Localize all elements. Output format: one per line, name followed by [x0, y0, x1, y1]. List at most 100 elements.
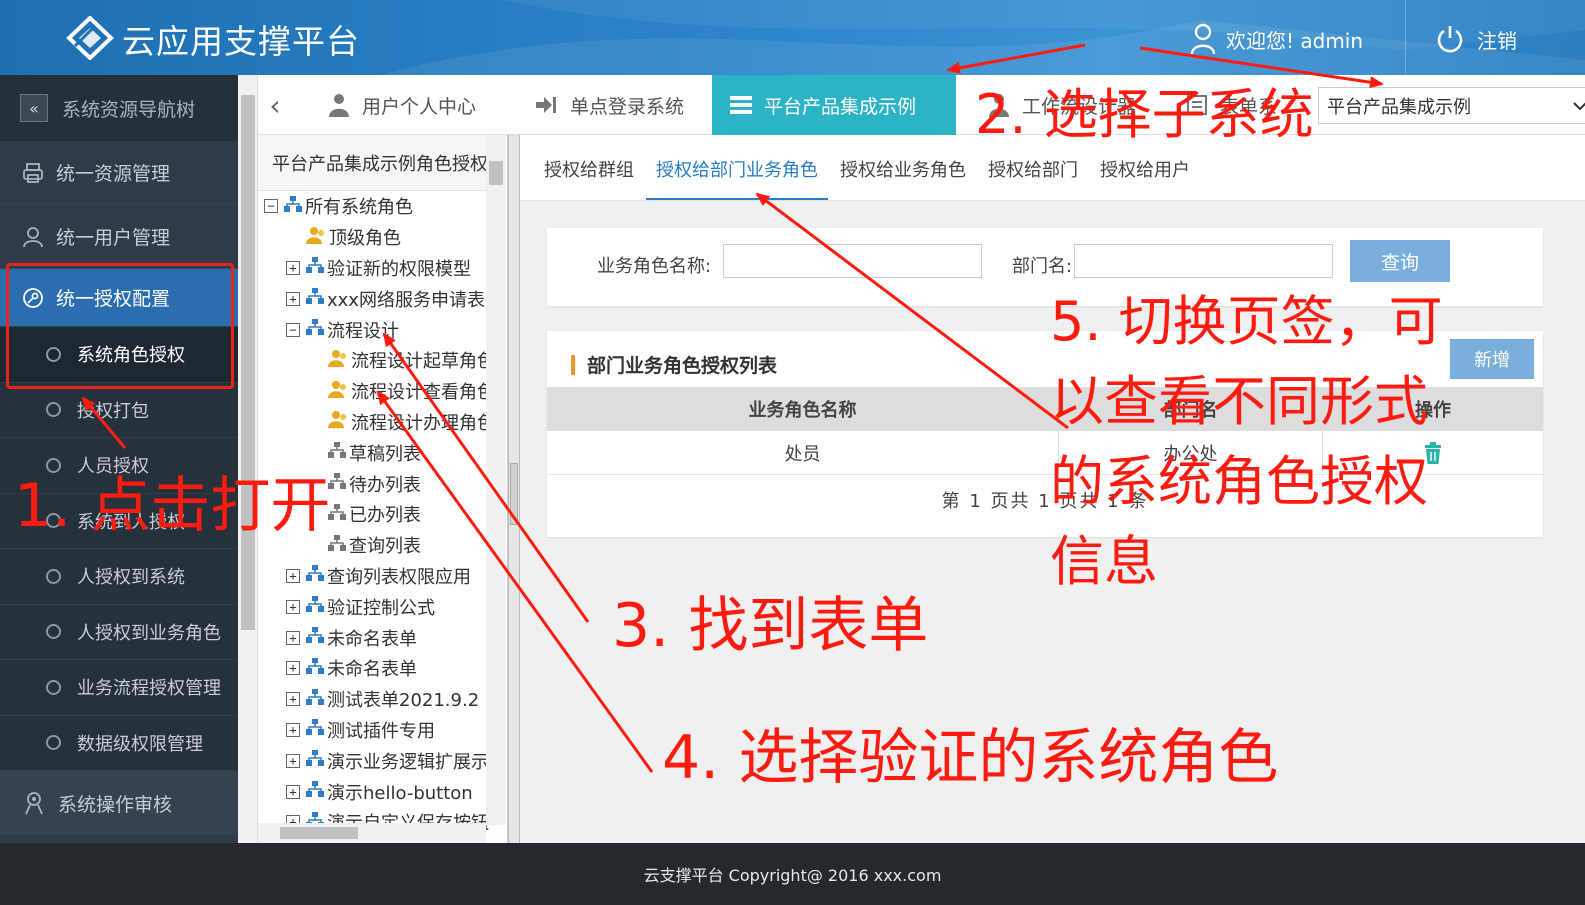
org-gray-icon	[328, 442, 346, 463]
subtab-user[interactable]: 授权给用户	[1090, 156, 1200, 200]
role-icon	[328, 349, 348, 372]
sidebar-subitem-person-to-system[interactable]: 人授权到系统	[0, 549, 238, 605]
tab-platform-demo[interactable]: 平台产品集成示例	[712, 75, 956, 135]
add-button[interactable]: 新增	[1450, 339, 1534, 379]
role-icon	[328, 410, 348, 433]
tab-workflow-designer[interactable]: 工作流设计器	[970, 75, 1154, 135]
user-welcome[interactable]: 欢迎您! admin	[1190, 20, 1363, 58]
sidebar-subitem-data-permission[interactable]: 数据级权限管理	[0, 715, 238, 771]
subtab-dept[interactable]: 授权给部门	[978, 156, 1088, 200]
expand-icon[interactable]: +	[286, 599, 300, 614]
subitem-label: 授权打包	[77, 400, 149, 422]
audit-icon	[25, 792, 43, 815]
tab-scroll-left-button[interactable]: ‹	[258, 75, 292, 135]
collapse-icon[interactable]: −	[264, 199, 278, 214]
tab-sso[interactable]: 单点登录系统	[516, 75, 702, 135]
expand-icon[interactable]: +	[286, 260, 300, 275]
collapse-icon[interactable]: −	[286, 322, 300, 337]
expand-icon[interactable]: +	[286, 291, 300, 306]
sidebar-item-resources[interactable]: 统一资源管理	[0, 141, 238, 205]
role-name-input[interactable]	[723, 244, 982, 278]
header-divider	[1405, 0, 1406, 75]
system-select[interactable]: 平台产品集成示例	[1318, 87, 1585, 124]
org-icon	[284, 195, 302, 217]
expand-icon[interactable]: +	[286, 661, 300, 676]
expand-icon[interactable]: +	[286, 692, 300, 707]
expand-icon[interactable]: +	[286, 784, 300, 799]
sidebar-scrollbar[interactable]	[238, 75, 258, 843]
tree-node[interactable]: 流程设计起草角色	[258, 345, 495, 376]
sidebar-subitem-person-to-business-role[interactable]: 人授权到业务角色	[0, 604, 238, 660]
column-header-role[interactable]: 业务角色名称	[547, 387, 1059, 431]
expand-icon[interactable]: +	[286, 722, 300, 737]
person-icon	[329, 94, 349, 117]
sidebar-item-authorization[interactable]: 统一授权配置	[0, 269, 238, 327]
tree-node[interactable]: + 验证新的权限模型	[258, 253, 486, 284]
tree-node[interactable]: 草稿列表	[258, 437, 486, 468]
org-icon	[306, 288, 324, 309]
tree-node[interactable]: + 测试插件专用	[258, 715, 486, 746]
tree-node[interactable]: − 流程设计	[258, 314, 486, 345]
double-chevron-left-icon: «	[29, 98, 39, 118]
org-icon	[306, 719, 324, 740]
sidebar-subitem-system-role-auth[interactable]: 系统角色授权	[0, 327, 238, 383]
tree-node-label: 查询列表权限应用	[327, 566, 471, 588]
expand-icon[interactable]: +	[286, 568, 300, 583]
scrollbar-thumb[interactable]	[241, 95, 255, 630]
org-icon	[306, 319, 324, 340]
tree-node[interactable]: + 演示业务逻辑扩展示例	[258, 745, 507, 776]
tree-node[interactable]: + 未命名表单	[258, 653, 486, 684]
tree-node[interactable]: 顶级角色	[258, 222, 486, 253]
expand-icon[interactable]: +	[286, 753, 300, 768]
org-icon	[306, 565, 324, 586]
search-button[interactable]: 查询	[1350, 240, 1450, 282]
tree-node[interactable]: 待办列表	[258, 468, 486, 499]
tree-node[interactable]: 查询列表	[258, 530, 486, 561]
sidebar-subitem-workflow-auth[interactable]: 业务流程授权管理	[0, 660, 238, 716]
subtab-group[interactable]: 授权给群组	[534, 156, 644, 200]
sidebar-item-audit[interactable]: 系统操作审核	[0, 771, 238, 835]
radio-dot-icon	[46, 679, 61, 695]
subitem-label: 系统到人授权	[77, 511, 185, 533]
sidebar-subitem-system-to-person[interactable]: 系统到人授权	[0, 493, 238, 549]
role-name-label: 业务角色名称:	[597, 256, 712, 277]
tree-node-label: 顶级角色	[329, 228, 401, 250]
panel-splitter[interactable]	[508, 135, 520, 843]
tree-node[interactable]: + xxx网络服务申请表	[258, 283, 486, 314]
tree-horizontal-scrollbar[interactable]	[258, 823, 486, 843]
splitter-grip[interactable]	[510, 463, 518, 525]
user-icon	[1190, 23, 1216, 55]
trash-icon[interactable]	[1423, 441, 1443, 464]
list-icon	[730, 96, 752, 114]
tree-node[interactable]: + 验证控制公式	[258, 591, 486, 622]
scrollbar-thumb[interactable]	[489, 161, 503, 185]
sidebar-collapse-button[interactable]: «	[20, 94, 48, 122]
tree-node[interactable]: 流程设计查看角色	[258, 376, 495, 407]
subtab-business-role[interactable]: 授权给业务角色	[830, 156, 976, 200]
table-row[interactable]: 处员 办公处	[547, 431, 1543, 475]
dept-name-input[interactable]	[1074, 244, 1333, 278]
tree-node[interactable]: + 测试表单2021.9.2	[258, 684, 486, 715]
subtab-dept-business-role[interactable]: 授权给部门业务角色	[646, 156, 828, 200]
tree-node[interactable]: − 所有系统角色	[258, 191, 486, 222]
login-icon	[536, 97, 556, 113]
org-gray-icon	[328, 534, 346, 556]
tab-form-system[interactable]: 表单系	[1168, 75, 1295, 135]
column-header-dept[interactable]: 部门名	[1059, 387, 1323, 431]
tree-node[interactable]: + 演示hello-button	[258, 776, 486, 807]
logout-button[interactable]: 注销	[1435, 20, 1517, 58]
sidebar-subitem-person-auth[interactable]: 人员授权	[0, 438, 238, 494]
scrollbar-thumb[interactable]	[280, 827, 358, 839]
expand-icon[interactable]: +	[286, 630, 300, 645]
tree-node[interactable]: 流程设计办理角色	[258, 407, 495, 438]
tree-node[interactable]: + 查询列表权限应用	[258, 561, 486, 592]
sidebar-subitem-auth-package[interactable]: 授权打包	[0, 382, 238, 438]
role-icon	[306, 226, 326, 249]
tree-vertical-scrollbar[interactable]	[486, 135, 506, 825]
tab-user-center[interactable]: 用户个人中心	[310, 75, 494, 135]
tree-node[interactable]: + 未命名表单	[258, 622, 486, 653]
tree-node-label: 演示业务逻辑扩展示例	[327, 751, 507, 773]
org-icon	[306, 688, 324, 710]
sidebar-item-users[interactable]: 统一用户管理	[0, 205, 238, 269]
tree-node[interactable]: 已办列表	[258, 499, 486, 530]
